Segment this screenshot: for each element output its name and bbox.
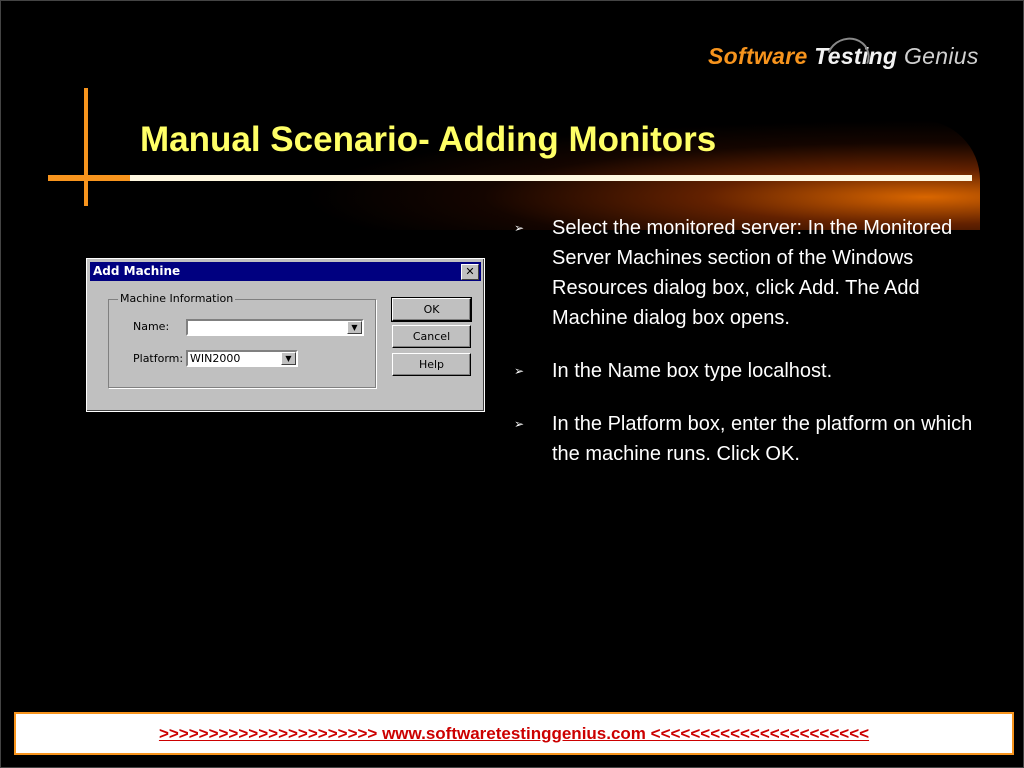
chevron-down-icon[interactable]: ▼	[347, 321, 362, 334]
bullet-list: ➢ Select the monitored server: In the Mo…	[514, 213, 994, 492]
footer-banner: >>>>>>>>>>>>>>>>>>>>>> www.softwaretesti…	[14, 712, 1014, 755]
machine-information-group: Machine Information Name: ▼ Platform: WI…	[108, 292, 376, 388]
brand-word-1: Software	[708, 43, 808, 69]
dialog-titlebar: Add Machine ✕	[90, 262, 481, 281]
title-underline	[130, 175, 972, 181]
dialog-title: Add Machine	[93, 264, 181, 278]
add-machine-dialog: Add Machine ✕ Machine Information Name: …	[86, 258, 485, 412]
slide-title: Manual Scenario- Adding Monitors	[140, 120, 717, 159]
brand-word-3: Genius	[903, 43, 979, 69]
help-button[interactable]: Help	[392, 353, 471, 376]
bullet-text: In the Platform box, enter the platform …	[552, 413, 973, 465]
arrow-bullet-icon: ➢	[514, 221, 525, 235]
name-combobox[interactable]: ▼	[186, 319, 364, 336]
brand-logo: Software Testing Genius	[708, 30, 979, 86]
platform-value: WIN2000	[190, 352, 241, 365]
platform-combobox[interactable]: WIN2000 ▼	[186, 350, 298, 367]
name-label: Name:	[133, 320, 170, 333]
bullet-text: Select the monitored server: In the Moni…	[552, 217, 953, 329]
close-icon[interactable]: ✕	[461, 264, 479, 280]
arrow-bullet-icon: ➢	[514, 417, 525, 431]
arrow-bullet-icon: ➢	[514, 364, 525, 378]
ok-button[interactable]: OK	[391, 297, 472, 322]
chevron-down-icon[interactable]: ▼	[281, 352, 296, 365]
bullet-item: ➢ In the Name box type localhost.	[514, 356, 994, 386]
platform-label: Platform:	[133, 352, 184, 365]
bullet-item: ➢ Select the monitored server: In the Mo…	[514, 213, 994, 333]
bullet-item: ➢ In the Platform box, enter the platfor…	[514, 409, 994, 469]
accent-vertical-line	[84, 88, 88, 206]
group-label: Machine Information	[118, 292, 236, 305]
bullet-text: In the Name box type localhost.	[552, 360, 833, 382]
footer-link[interactable]: >>>>>>>>>>>>>>>>>>>>>> www.softwaretesti…	[16, 724, 1012, 744]
cancel-button[interactable]: Cancel	[392, 325, 471, 348]
